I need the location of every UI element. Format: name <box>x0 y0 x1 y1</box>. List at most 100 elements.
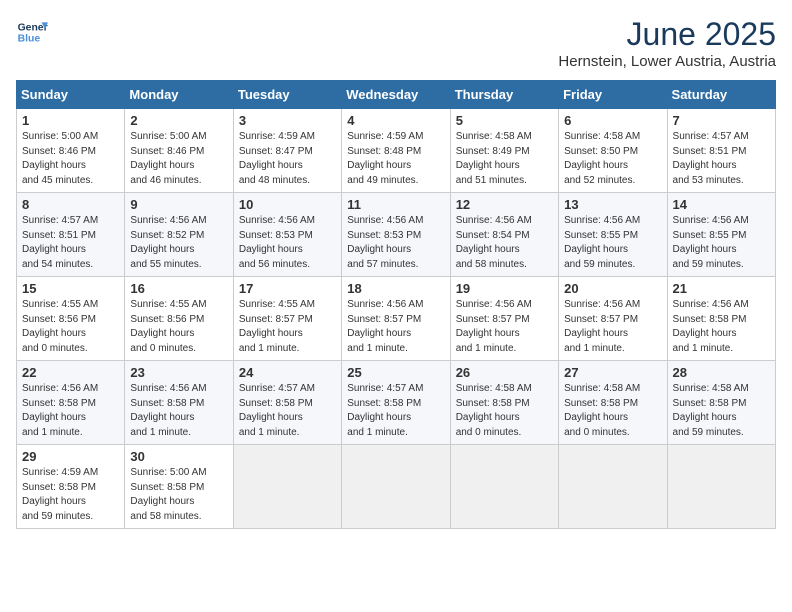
logo-icon: General Blue <box>16 16 48 48</box>
day-info: Sunrise: 4:57 AMSunset: 8:58 PMDaylight … <box>239 383 315 438</box>
calendar-cell: 22 Sunrise: 4:56 AMSunset: 8:58 PMDayligh… <box>17 361 125 445</box>
day-info: Sunrise: 4:57 AMSunset: 8:58 PMDaylight … <box>347 383 423 438</box>
calendar-cell: 27 Sunrise: 4:58 AMSunset: 8:58 PMDayligh… <box>559 361 667 445</box>
day-number: 11 <box>347 197 444 212</box>
day-number: 14 <box>673 197 770 212</box>
calendar-header-tuesday: Tuesday <box>233 81 341 109</box>
calendar-cell: 29 Sunrise: 4:59 AMSunset: 8:58 PMDayligh… <box>17 445 125 529</box>
day-number: 28 <box>673 365 770 380</box>
day-info: Sunrise: 4:56 AMSunset: 8:55 PMDaylight … <box>673 215 749 270</box>
day-number: 27 <box>564 365 661 380</box>
day-number: 13 <box>564 197 661 212</box>
calendar-cell: 6 Sunrise: 4:58 AMSunset: 8:50 PMDaylight… <box>559 109 667 193</box>
day-info: Sunrise: 4:58 AMSunset: 8:58 PMDaylight … <box>456 383 532 438</box>
calendar-header-saturday: Saturday <box>667 81 775 109</box>
day-info: Sunrise: 4:56 AMSunset: 8:53 PMDaylight … <box>347 215 423 270</box>
header: General Blue June 2025 Hernstein, Lower … <box>16 16 776 70</box>
day-info: Sunrise: 4:56 AMSunset: 8:58 PMDaylight … <box>673 299 749 354</box>
day-info: Sunrise: 5:00 AMSunset: 8:58 PMDaylight … <box>130 467 206 522</box>
day-number: 19 <box>456 281 553 296</box>
calendar-cell: 15 Sunrise: 4:55 AMSunset: 8:56 PMDayligh… <box>17 277 125 361</box>
calendar-cell: 21 Sunrise: 4:56 AMSunset: 8:58 PMDayligh… <box>667 277 775 361</box>
day-info: Sunrise: 4:56 AMSunset: 8:57 PMDaylight … <box>456 299 532 354</box>
day-number: 29 <box>22 449 119 464</box>
day-number: 24 <box>239 365 336 380</box>
calendar-cell: 12 Sunrise: 4:56 AMSunset: 8:54 PMDayligh… <box>450 193 558 277</box>
day-info: Sunrise: 4:59 AMSunset: 8:48 PMDaylight … <box>347 131 423 186</box>
calendar-header-monday: Monday <box>125 81 233 109</box>
calendar-cell <box>342 445 450 529</box>
day-number: 26 <box>456 365 553 380</box>
day-info: Sunrise: 4:55 AMSunset: 8:56 PMDaylight … <box>22 299 98 354</box>
day-number: 20 <box>564 281 661 296</box>
day-info: Sunrise: 4:59 AMSunset: 8:47 PMDaylight … <box>239 131 315 186</box>
day-number: 16 <box>130 281 227 296</box>
day-number: 5 <box>456 113 553 128</box>
day-info: Sunrise: 4:56 AMSunset: 8:58 PMDaylight … <box>22 383 98 438</box>
day-number: 15 <box>22 281 119 296</box>
calendar-cell <box>667 445 775 529</box>
day-info: Sunrise: 4:57 AMSunset: 8:51 PMDaylight … <box>673 131 749 186</box>
day-info: Sunrise: 4:55 AMSunset: 8:57 PMDaylight … <box>239 299 315 354</box>
day-info: Sunrise: 4:56 AMSunset: 8:57 PMDaylight … <box>564 299 640 354</box>
day-number: 8 <box>22 197 119 212</box>
calendar-week-row: 22 Sunrise: 4:56 AMSunset: 8:58 PMDayligh… <box>17 361 776 445</box>
day-number: 18 <box>347 281 444 296</box>
day-number: 17 <box>239 281 336 296</box>
calendar-cell: 14 Sunrise: 4:56 AMSunset: 8:55 PMDayligh… <box>667 193 775 277</box>
day-number: 7 <box>673 113 770 128</box>
day-number: 25 <box>347 365 444 380</box>
calendar-cell: 25 Sunrise: 4:57 AMSunset: 8:58 PMDayligh… <box>342 361 450 445</box>
day-number: 2 <box>130 113 227 128</box>
calendar-cell <box>559 445 667 529</box>
calendar-cell: 30 Sunrise: 5:00 AMSunset: 8:58 PMDayligh… <box>125 445 233 529</box>
day-info: Sunrise: 4:58 AMSunset: 8:58 PMDaylight … <box>673 383 749 438</box>
day-number: 22 <box>22 365 119 380</box>
day-number: 23 <box>130 365 227 380</box>
calendar-cell: 17 Sunrise: 4:55 AMSunset: 8:57 PMDayligh… <box>233 277 341 361</box>
day-info: Sunrise: 5:00 AMSunset: 8:46 PMDaylight … <box>22 131 98 186</box>
day-number: 12 <box>456 197 553 212</box>
calendar-cell: 3 Sunrise: 4:59 AMSunset: 8:47 PMDaylight… <box>233 109 341 193</box>
calendar-cell: 20 Sunrise: 4:56 AMSunset: 8:57 PMDayligh… <box>559 277 667 361</box>
calendar-cell: 5 Sunrise: 4:58 AMSunset: 8:49 PMDaylight… <box>450 109 558 193</box>
calendar-body: 1Sunrise: 5:00 AMSunset: 8:46 PMDaylight… <box>17 109 776 529</box>
calendar-cell: 9Sunrise: 4:56 AMSunset: 8:52 PMDaylight… <box>125 193 233 277</box>
day-info: Sunrise: 4:59 AMSunset: 8:58 PMDaylight … <box>22 467 98 522</box>
calendar-cell: 11 Sunrise: 4:56 AMSunset: 8:53 PMDayligh… <box>342 193 450 277</box>
location-title: Hernstein, Lower Austria, Austria <box>558 53 776 70</box>
calendar-cell: 7 Sunrise: 4:57 AMSunset: 8:51 PMDaylight… <box>667 109 775 193</box>
calendar-cell: 28 Sunrise: 4:58 AMSunset: 8:58 PMDayligh… <box>667 361 775 445</box>
calendar-cell: 13Sunrise: 4:56 AMSunset: 8:55 PMDayligh… <box>559 193 667 277</box>
day-number: 6 <box>564 113 661 128</box>
month-title: June 2025 <box>558 16 776 53</box>
day-info: Sunrise: 4:58 AMSunset: 8:49 PMDaylight … <box>456 131 532 186</box>
calendar-cell: 2 Sunrise: 5:00 AMSunset: 8:46 PMDaylight… <box>125 109 233 193</box>
day-number: 9 <box>130 197 227 212</box>
calendar-cell: 18Sunrise: 4:56 AMSunset: 8:57 PMDayligh… <box>342 277 450 361</box>
day-info: Sunrise: 5:00 AMSunset: 8:46 PMDaylight … <box>130 131 206 186</box>
calendar-week-row: 1Sunrise: 5:00 AMSunset: 8:46 PMDaylight… <box>17 109 776 193</box>
day-number: 30 <box>130 449 227 464</box>
calendar-cell <box>233 445 341 529</box>
day-info: Sunrise: 4:58 AMSunset: 8:58 PMDaylight … <box>564 383 640 438</box>
calendar-header-thursday: Thursday <box>450 81 558 109</box>
calendar-cell: 19 Sunrise: 4:56 AMSunset: 8:57 PMDayligh… <box>450 277 558 361</box>
day-info: Sunrise: 4:55 AMSunset: 8:56 PMDaylight … <box>130 299 206 354</box>
calendar-cell: 4 Sunrise: 4:59 AMSunset: 8:48 PMDaylight… <box>342 109 450 193</box>
calendar-cell: 26 Sunrise: 4:58 AMSunset: 8:58 PMDayligh… <box>450 361 558 445</box>
calendar-cell: 10Sunrise: 4:56 AMSunset: 8:53 PMDayligh… <box>233 193 341 277</box>
calendar-header-sunday: Sunday <box>17 81 125 109</box>
svg-text:Blue: Blue <box>18 34 41 45</box>
day-info: Sunrise: 4:58 AMSunset: 8:50 PMDaylight … <box>564 131 640 186</box>
calendar-cell: 8Sunrise: 4:57 AMSunset: 8:51 PMDaylight… <box>17 193 125 277</box>
day-number: 4 <box>347 113 444 128</box>
day-number: 3 <box>239 113 336 128</box>
day-number: 10 <box>239 197 336 212</box>
day-info: Sunrise: 4:56 AMSunset: 8:54 PMDaylight … <box>456 215 532 270</box>
calendar-table: SundayMondayTuesdayWednesdayThursdayFrid… <box>16 80 776 529</box>
calendar-cell: 1Sunrise: 5:00 AMSunset: 8:46 PMDaylight… <box>17 109 125 193</box>
calendar-cell: 23Sunrise: 4:56 AMSunset: 8:58 PMDayligh… <box>125 361 233 445</box>
calendar-week-row: 29 Sunrise: 4:59 AMSunset: 8:58 PMDayligh… <box>17 445 776 529</box>
day-number: 21 <box>673 281 770 296</box>
